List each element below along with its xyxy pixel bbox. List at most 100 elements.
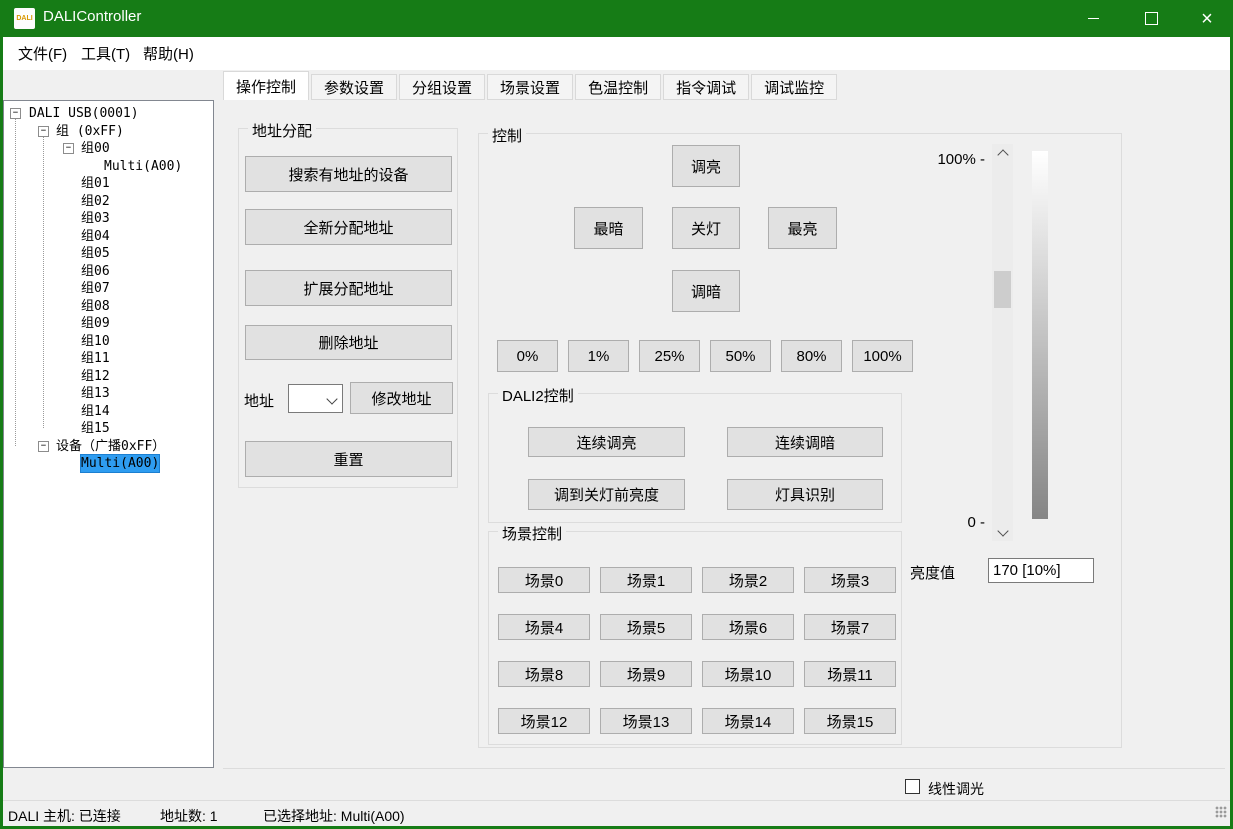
light-off-button[interactable]: 关灯: [672, 207, 740, 249]
tree-item-group04[interactable]: 组04: [4, 228, 213, 245]
search-addressed-devices-button[interactable]: 搜索有地址的设备: [245, 156, 452, 192]
tree-collapse-icon[interactable]: [63, 143, 74, 154]
menu-bar: 文件(F) 工具(T) 帮助(H): [3, 37, 1230, 70]
tree-item-group02[interactable]: 组02: [4, 193, 213, 210]
scene-11-button[interactable]: 场景11: [804, 661, 896, 687]
scene-12-button[interactable]: 场景12: [498, 708, 590, 734]
modify-address-button[interactable]: 修改地址: [350, 382, 453, 414]
scene-5-button[interactable]: 场景5: [600, 614, 692, 640]
chevron-down-icon: [997, 525, 1008, 536]
group-title: 地址分配: [248, 120, 316, 141]
brightness-scrollbar[interactable]: [992, 144, 1013, 541]
tab-parameter-settings[interactable]: 参数设置: [311, 74, 397, 100]
tree-item-group08[interactable]: 组08: [4, 298, 213, 315]
close-button[interactable]: ×: [1184, 0, 1230, 37]
tree-item-group00[interactable]: 组00: [4, 140, 213, 157]
tab-scene-settings[interactable]: 场景设置: [487, 74, 573, 100]
linear-dimming-checkbox[interactable]: [905, 779, 920, 794]
scene-10-button[interactable]: 场景10: [702, 661, 794, 687]
tab-debug-monitor[interactable]: 调试监控: [751, 74, 837, 100]
maximize-button[interactable]: [1128, 0, 1174, 37]
continuous-dim-button[interactable]: 连续调暗: [727, 427, 883, 457]
scene-button-grid: 场景0 场景1 场景2 场景3 场景4 场景5 场景6 场景7 场景8 场景9 …: [498, 567, 896, 734]
scene-1-button[interactable]: 场景1: [600, 567, 692, 593]
scene-14-button[interactable]: 场景14: [702, 708, 794, 734]
tree-item-group06[interactable]: 组06: [4, 263, 213, 280]
scene-13-button[interactable]: 场景13: [600, 708, 692, 734]
percent-100-button[interactable]: 100%: [852, 340, 913, 372]
delete-address-button[interactable]: 删除地址: [245, 325, 452, 360]
tree-item-group07[interactable]: 组07: [4, 280, 213, 297]
tree-collapse-icon[interactable]: [10, 108, 21, 119]
tree-item-group01[interactable]: 组01: [4, 175, 213, 192]
percent-25-button[interactable]: 25%: [639, 340, 700, 372]
tab-strip: 操作控制 参数设置 分组设置 场景设置 色温控制 指令调试 调试监控: [223, 71, 839, 100]
darkest-button[interactable]: 最暗: [574, 207, 643, 249]
tab-command-debug[interactable]: 指令调试: [663, 74, 749, 100]
scrollbar-up-button[interactable]: [992, 144, 1013, 162]
status-host: DALI 主机: 已连接: [8, 806, 121, 826]
scene-6-button[interactable]: 场景6: [702, 614, 794, 640]
tree-item-multi-a00[interactable]: Multi(A00): [4, 158, 213, 175]
restore-last-level-button[interactable]: 调到关灯前亮度: [528, 479, 685, 510]
tab-operation-control[interactable]: 操作控制: [223, 71, 309, 100]
brightness-value-field[interactable]: 170 [10%]: [988, 558, 1094, 583]
slider-max-label: 100% -: [905, 151, 985, 168]
maximize-icon: [1145, 12, 1158, 25]
menu-help[interactable]: 帮助(H): [137, 37, 200, 70]
tree-item-root[interactable]: DALI USB(0001): [4, 105, 213, 122]
chevron-down-icon: [326, 393, 337, 404]
menu-file[interactable]: 文件(F): [12, 37, 73, 70]
percent-1-button[interactable]: 1%: [568, 340, 629, 372]
assign-new-addresses-button[interactable]: 全新分配地址: [245, 209, 452, 245]
scene-2-button[interactable]: 场景2: [702, 567, 794, 593]
percent-0-button[interactable]: 0%: [497, 340, 558, 372]
tree-item-group09[interactable]: 组09: [4, 315, 213, 332]
percent-50-button[interactable]: 50%: [710, 340, 771, 372]
tree-item-group12[interactable]: 组12: [4, 368, 213, 385]
tree-item-group11[interactable]: 组11: [4, 350, 213, 367]
tab-page-divider: [223, 768, 1225, 769]
continuous-brighten-button[interactable]: 连续调亮: [528, 427, 685, 457]
minimize-button[interactable]: [1070, 0, 1116, 37]
scrollbar-down-button[interactable]: [992, 523, 1013, 541]
tree-item-group15[interactable]: 组15: [4, 420, 213, 437]
tree-item-multi-a00-selected[interactable]: Multi(A00): [4, 455, 213, 472]
tree-item-group13[interactable]: 组13: [4, 385, 213, 402]
status-address-count: 地址数: 1: [160, 806, 218, 826]
tab-group-settings[interactable]: 分组设置: [399, 74, 485, 100]
brighten-button[interactable]: 调亮: [672, 145, 740, 187]
address-combo[interactable]: [288, 384, 343, 413]
tree-item-devices[interactable]: 设备（广播0xFF）: [4, 438, 213, 455]
reset-button[interactable]: 重置: [245, 441, 452, 477]
tab-color-temp-control[interactable]: 色温控制: [575, 74, 661, 100]
close-icon: ×: [1201, 9, 1213, 29]
tree-collapse-icon[interactable]: [38, 126, 49, 137]
identify-fixture-button[interactable]: 灯具识别: [727, 479, 883, 510]
dali-logo-icon: DALI: [14, 8, 35, 29]
brightest-button[interactable]: 最亮: [768, 207, 837, 249]
window-title: DALIController: [43, 8, 141, 25]
slider-min-label: 0 -: [905, 514, 985, 531]
scrollbar-thumb[interactable]: [994, 271, 1011, 308]
tree-item-group-root[interactable]: 组 (0xFF): [4, 123, 213, 140]
resize-grip-icon[interactable]: [1215, 806, 1227, 818]
percent-80-button[interactable]: 80%: [781, 340, 842, 372]
tree-item-group05[interactable]: 组05: [4, 245, 213, 262]
scene-4-button[interactable]: 场景4: [498, 614, 590, 640]
scene-3-button[interactable]: 场景3: [804, 567, 896, 593]
scene-8-button[interactable]: 场景8: [498, 661, 590, 687]
scene-0-button[interactable]: 场景0: [498, 567, 590, 593]
tree-item-group03[interactable]: 组03: [4, 210, 213, 227]
extend-assign-addresses-button[interactable]: 扩展分配地址: [245, 270, 452, 306]
scene-15-button[interactable]: 场景15: [804, 708, 896, 734]
menu-tools[interactable]: 工具(T): [75, 37, 136, 70]
dim-button[interactable]: 调暗: [672, 270, 740, 312]
scene-7-button[interactable]: 场景7: [804, 614, 896, 640]
tree-item-group10[interactable]: 组10: [4, 333, 213, 350]
address-label: 地址: [244, 390, 274, 411]
scene-9-button[interactable]: 场景9: [600, 661, 692, 687]
tree-collapse-icon[interactable]: [38, 441, 49, 452]
brightness-value-label: 亮度值: [910, 562, 955, 583]
tree-item-group14[interactable]: 组14: [4, 403, 213, 420]
